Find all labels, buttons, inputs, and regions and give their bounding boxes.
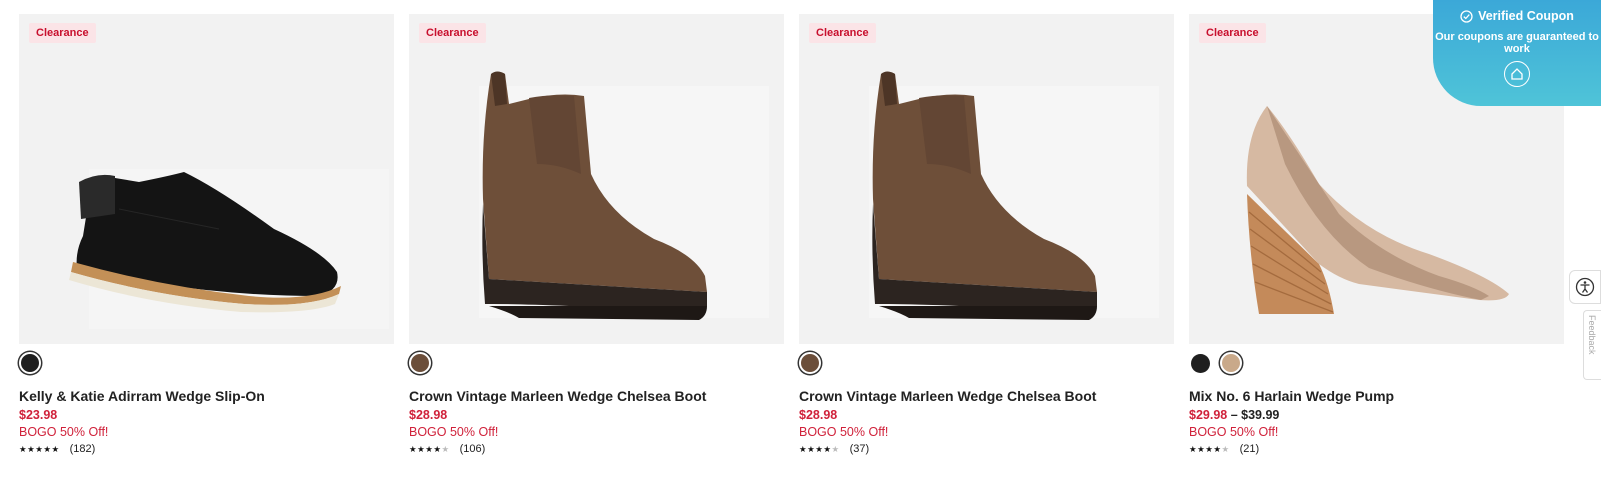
color-swatches xyxy=(19,350,394,376)
verified-coupon-widget[interactable]: Verified Coupon Our coupons are guarante… xyxy=(1433,0,1601,106)
rating[interactable]: ★★★★★ (37) xyxy=(799,442,1174,456)
color-swatch-brown[interactable] xyxy=(409,352,431,374)
chelsea-boot-image xyxy=(869,71,1159,320)
review-count: (182) xyxy=(69,443,96,455)
rating[interactable]: ★★★★★ (21) xyxy=(1189,442,1564,456)
product-grid: Clearance Kelly & Katie Adirram Wedge Sl… xyxy=(19,14,1564,456)
product-price: $28.98 xyxy=(799,408,838,422)
color-swatch-brown[interactable] xyxy=(799,352,821,374)
star-rating-icon: ★★★★★ xyxy=(19,444,60,454)
coupon-title: Verified Coupon xyxy=(1433,9,1601,23)
color-swatches xyxy=(799,350,1174,376)
accessibility-icon xyxy=(1575,277,1595,297)
color-swatches xyxy=(1189,350,1564,376)
review-count: (21) xyxy=(1239,443,1260,455)
price-range-dash: – xyxy=(1230,408,1238,422)
rating[interactable]: ★★★★★ (106) xyxy=(409,442,784,456)
color-swatches xyxy=(409,350,784,376)
accessibility-button[interactable] xyxy=(1569,270,1601,304)
chelsea-boot-image xyxy=(479,71,769,320)
clearance-badge: Clearance xyxy=(809,23,876,43)
product-image[interactable]: Clearance xyxy=(799,14,1174,344)
clearance-badge: Clearance xyxy=(1199,23,1266,43)
price-line: $23.98 xyxy=(19,407,394,424)
feedback-tab[interactable]: Feedback xyxy=(1583,310,1601,380)
color-swatch-black[interactable] xyxy=(1191,353,1210,373)
color-swatch-black[interactable] xyxy=(19,352,41,374)
clearance-badge: Clearance xyxy=(419,23,486,43)
review-count: (106) xyxy=(459,443,486,455)
star-rating-icon: ★★★★★ xyxy=(409,444,450,454)
star-rating-icon: ★★★★★ xyxy=(799,444,840,454)
product-price-high: $39.99 xyxy=(1241,408,1280,422)
review-count: (37) xyxy=(849,443,870,455)
product-image[interactable]: Clearance xyxy=(19,14,394,344)
promo-text: BOGO 50% Off! xyxy=(799,425,889,439)
product-name[interactable]: Mix No. 6 Harlain Wedge Pump xyxy=(1189,388,1564,405)
promo-text: BOGO 50% Off! xyxy=(19,425,109,439)
clearance-badge: Clearance xyxy=(29,23,96,43)
product-price: $23.98 xyxy=(19,408,58,422)
feedback-label: Feedback xyxy=(1587,315,1597,355)
product-name[interactable]: Kelly & Katie Adirram Wedge Slip-On xyxy=(19,388,394,405)
promo-text: BOGO 50% Off! xyxy=(409,425,499,439)
coupon-title-text: Verified Coupon xyxy=(1478,9,1574,23)
promo-text: BOGO 50% Off! xyxy=(1189,425,1279,439)
check-circle-icon xyxy=(1460,9,1473,23)
price-line: $28.98 xyxy=(409,407,784,424)
product-image[interactable]: Clearance xyxy=(409,14,784,344)
product-price: $28.98 xyxy=(409,408,448,422)
slip-on-shoe-image xyxy=(69,169,389,329)
product-name[interactable]: Crown Vintage Marleen Wedge Chelsea Boot xyxy=(409,388,784,405)
rating[interactable]: ★★★★★ (182) xyxy=(19,442,394,456)
price-line: $29.98 – $39.99 xyxy=(1189,407,1564,424)
product-card[interactable]: Clearance Crown Vintage Marleen Wedge Ch… xyxy=(409,14,784,456)
price-line: $28.98 xyxy=(799,407,1174,424)
product-price: $29.98 xyxy=(1189,408,1228,422)
product-card[interactable]: Clearance Kelly & Katie Adirram Wedge Sl… xyxy=(19,14,394,456)
home-shield-icon xyxy=(1504,61,1530,87)
coupon-subtitle: Our coupons are guaranteed to work xyxy=(1435,31,1599,55)
color-swatch-tan[interactable] xyxy=(1220,352,1242,374)
star-rating-icon: ★★★★★ xyxy=(1189,444,1230,454)
product-card[interactable]: Clearance Crown Vintage Marleen Wedge Ch… xyxy=(799,14,1174,456)
product-name[interactable]: Crown Vintage Marleen Wedge Chelsea Boot xyxy=(799,388,1174,405)
